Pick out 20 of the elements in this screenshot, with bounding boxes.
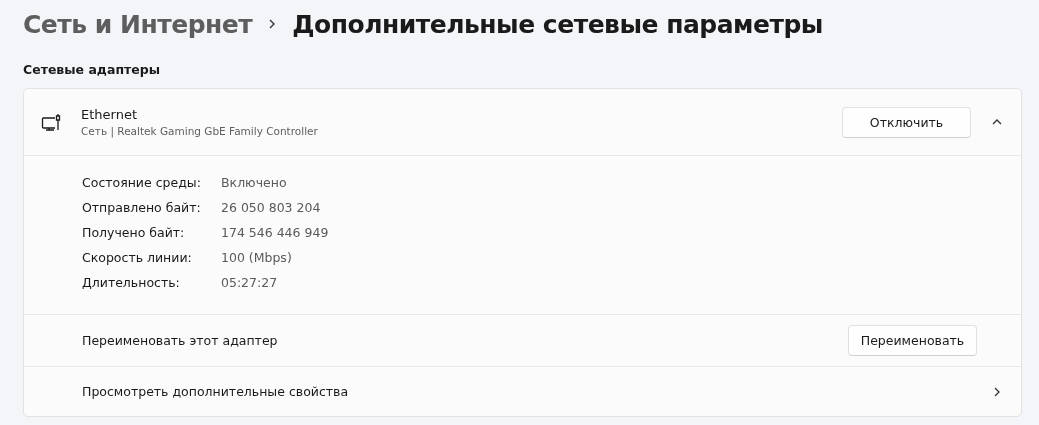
setting-label: Переименовать этот адаптер	[82, 333, 278, 348]
section-title: Сетевые адаптеры	[23, 62, 161, 79]
property-label: Скорость линии:	[82, 249, 193, 267]
setting-link[interactable]: Просмотреть дополнительные свойства	[82, 384, 349, 399]
property-label: Состояние среды:	[82, 174, 202, 192]
property-label: Получено байт:	[82, 224, 186, 242]
property-value: 05:27:27	[221, 274, 279, 292]
monitor-icon	[41, 112, 61, 132]
adapter-description: Сеть | Realtek Gaming GbE Family Controller	[81, 125, 319, 137]
property-label: Длительность:	[82, 274, 181, 292]
disconnect-button[interactable]: Отключить	[842, 106, 971, 138]
property-value: Включено	[221, 174, 288, 192]
property-value: 100 (Mbps)	[221, 249, 293, 267]
page-title: Дополнительные сетевые параметры	[292, 9, 823, 39]
rename-button[interactable]: Переименовать	[848, 325, 977, 356]
adapter-name: Ethernet	[81, 107, 138, 122]
property-value: 174 546 446 949	[221, 224, 329, 242]
property-label: Отправлено байт:	[82, 199, 202, 217]
breadcrumb-link[interactable]: Сеть и Интернет	[23, 9, 253, 39]
property-value: 26 050 803 204	[221, 199, 322, 217]
